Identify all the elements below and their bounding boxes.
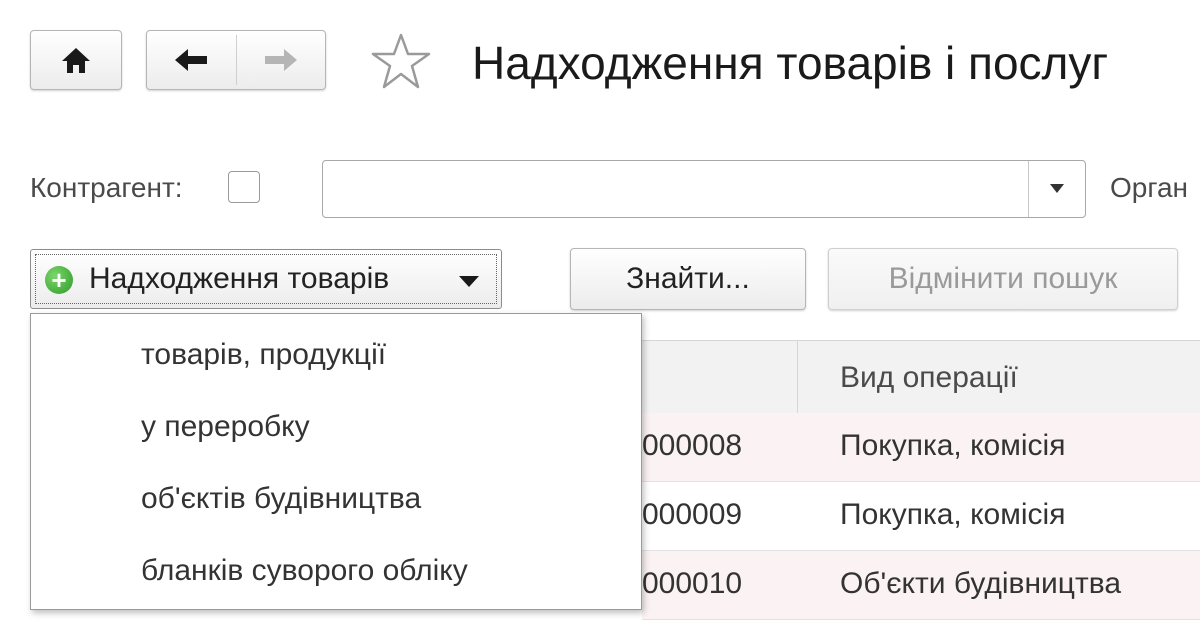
- table-row[interactable]: 000008 Покупка, комісія: [642, 413, 1200, 482]
- organization-label: Орган: [1110, 172, 1188, 203]
- page-title: Надходження товарів і послуг: [472, 37, 1109, 89]
- menu-item-strict-forms[interactable]: бланків суворого обліку: [141, 554, 468, 588]
- create-receipt-label: Надходження товарів: [89, 262, 390, 295]
- arrow-right-icon: [264, 49, 297, 71]
- chevron-down-icon: [459, 276, 479, 287]
- cancel-search-label: Відмінити пошук: [888, 262, 1118, 295]
- column-divider: [797, 341, 798, 413]
- star-icon[interactable]: [370, 32, 432, 90]
- add-icon: +: [45, 266, 73, 294]
- menu-item-construction[interactable]: об'єктів будівництва: [141, 482, 421, 516]
- table-row[interactable]: 000009 Покупка, комісія: [642, 482, 1200, 551]
- row-number: 000010: [642, 567, 743, 600]
- history-nav: [146, 30, 326, 90]
- row-number: 000009: [642, 498, 743, 531]
- row-operation: Покупка, комісія: [840, 498, 1066, 531]
- menu-item-processing[interactable]: у переробку: [141, 410, 310, 444]
- table-row[interactable]: 000010 Об'єкти будівництва: [642, 551, 1200, 620]
- counterparty-field[interactable]: [322, 160, 1086, 218]
- counterparty-label: Контрагент:: [30, 172, 183, 203]
- home-icon: [62, 48, 90, 73]
- row-operation: Покупка, комісія: [840, 429, 1066, 462]
- back-button[interactable]: [147, 31, 236, 89]
- counterparty-checkbox[interactable]: [228, 171, 260, 203]
- cancel-search-button[interactable]: Відмінити пошук: [828, 248, 1178, 310]
- arrow-left-icon: [175, 49, 208, 71]
- row-operation: Об'єкти будівництва: [840, 567, 1122, 600]
- find-button[interactable]: Знайти...: [570, 248, 806, 310]
- table-header: Вид операції: [642, 340, 1200, 414]
- row-number: 000008: [642, 429, 743, 462]
- find-button-label: Знайти...: [626, 262, 750, 295]
- counterparty-dropdown-button[interactable]: [1028, 161, 1085, 217]
- column-header-operation[interactable]: Вид операції: [840, 361, 1018, 395]
- home-button[interactable]: [30, 30, 122, 90]
- menu-item-goods[interactable]: товарів, продукції: [141, 338, 386, 372]
- chevron-down-icon: [1050, 184, 1064, 193]
- forward-button[interactable]: [237, 31, 326, 89]
- create-receipt-button[interactable]: + Надходження товарів: [30, 249, 502, 309]
- create-receipt-menu: товарів, продукції у переробку об'єктів …: [30, 313, 642, 610]
